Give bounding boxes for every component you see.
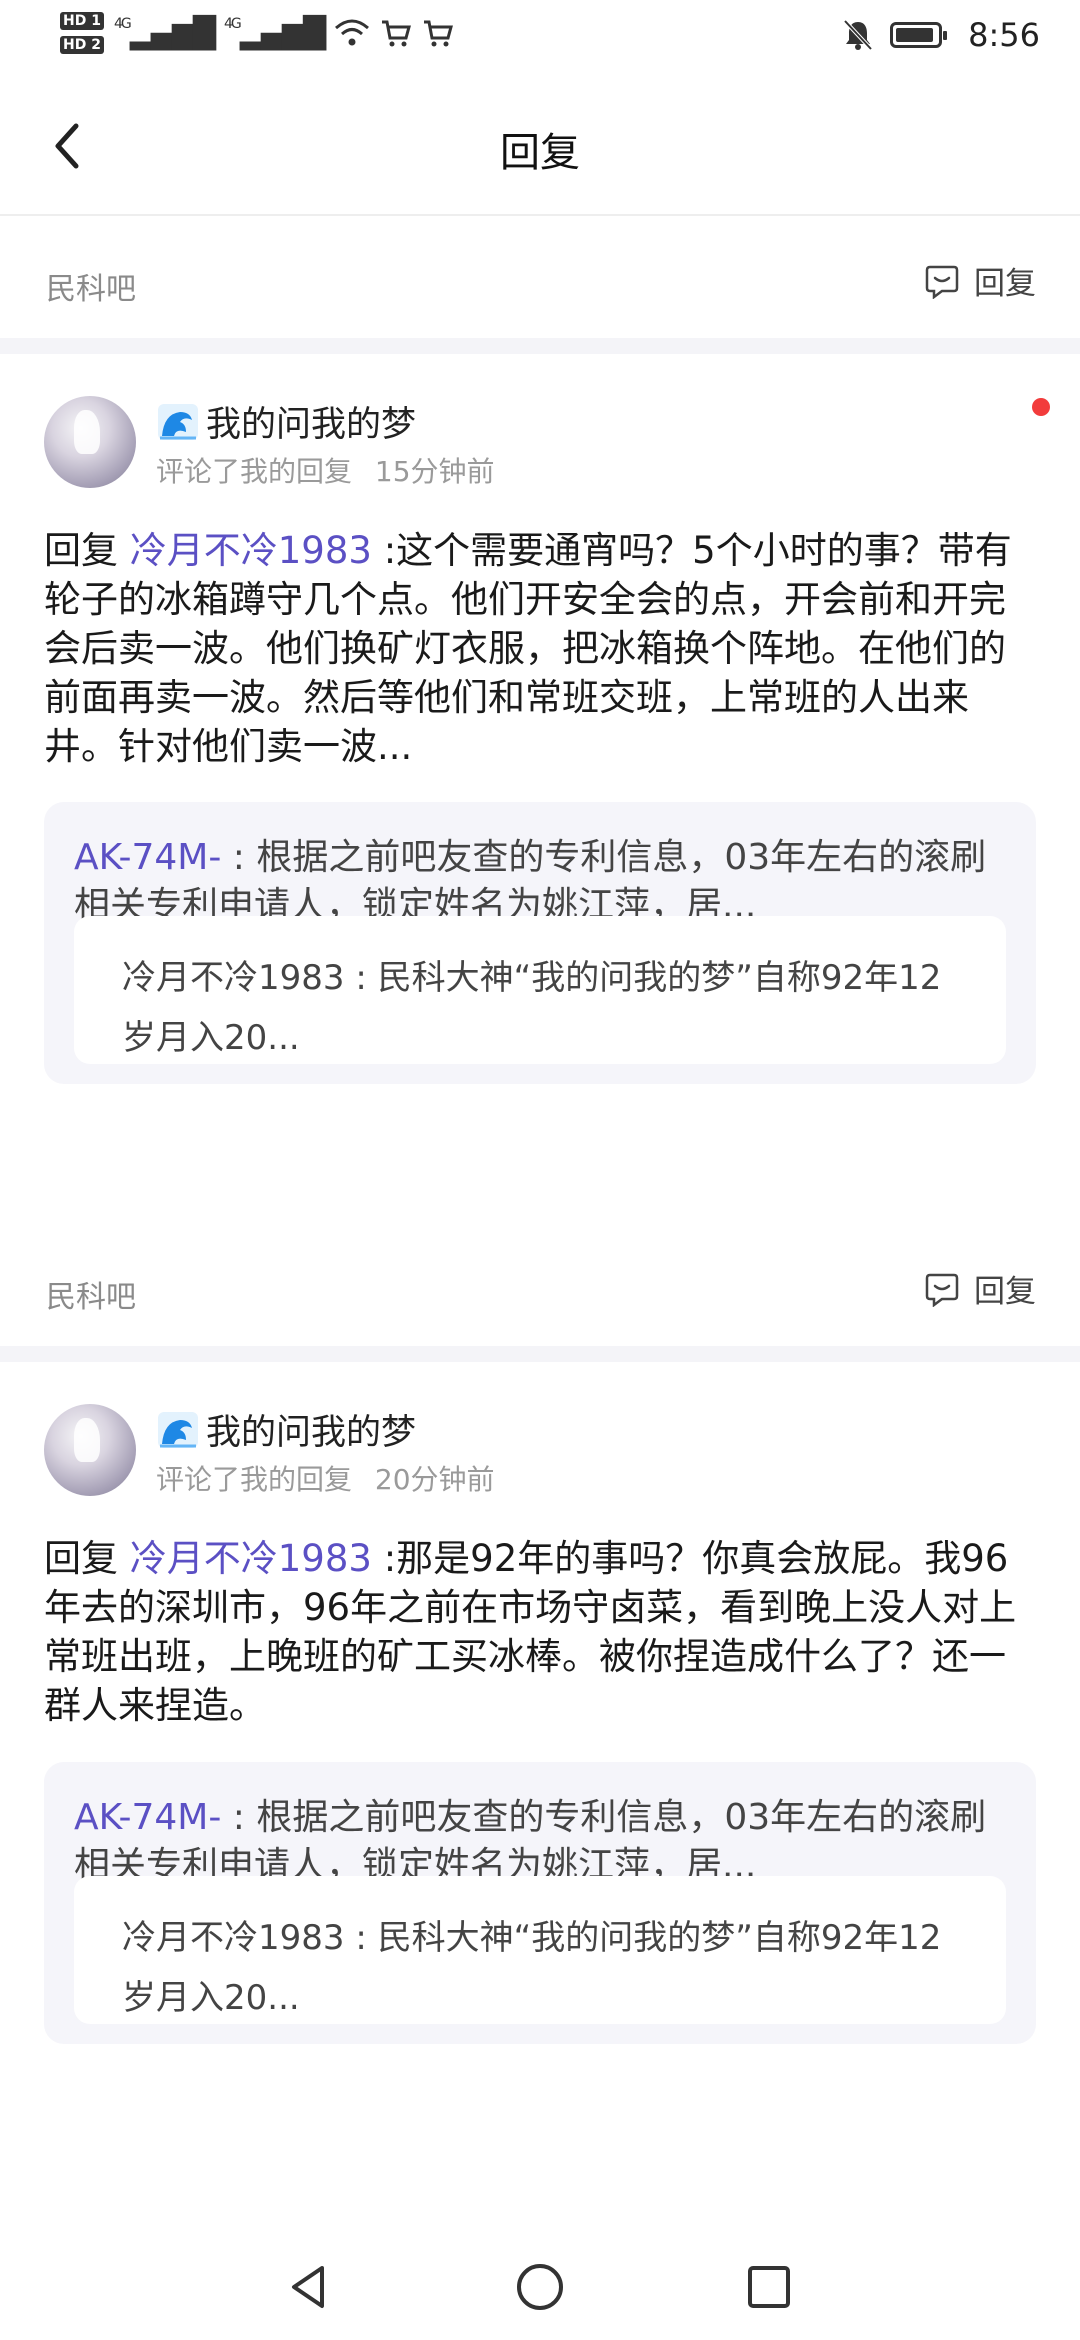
quote-author[interactable]: AK-74M- xyxy=(74,837,221,878)
forum-name[interactable]: 民科吧 xyxy=(46,1272,136,1316)
sim1-badge: HD 1 xyxy=(60,12,104,30)
reply-label: 回复 xyxy=(974,1274,1036,1310)
square-recents-icon[interactable] xyxy=(744,2262,794,2312)
wave-emoji-icon xyxy=(158,403,198,440)
notification-meta: 评论了我的回复 20分钟前 xyxy=(156,1458,495,1498)
user-name-row[interactable]: 我的问我的梦 xyxy=(156,396,416,447)
page-title: 回复 xyxy=(500,130,580,176)
unread-dot xyxy=(1032,398,1050,416)
reply-body[interactable]: 回复 冷月不冷1983 :这个需要通宵吗？5个小时的事？带有轮子的冰箱蹲守几个点… xyxy=(44,526,1034,771)
forum-name[interactable]: 民科吧 xyxy=(46,264,136,308)
meta-time: 20分钟前 xyxy=(374,1463,495,1496)
mention-link[interactable]: 冷月不冷1983 xyxy=(130,1537,372,1580)
quoted-comment[interactable]: AK-74M- : 根据之前吧友查的专利信息，03年左右的滚刷相关专利申请人，锁… xyxy=(44,802,1036,1084)
forum-row-top: 民科吧 回复 xyxy=(0,226,1080,336)
comment-icon xyxy=(925,1273,959,1307)
circle-home-icon[interactable] xyxy=(515,2262,565,2312)
reply-button[interactable]: 回复 xyxy=(924,1266,1036,1311)
meta-time: 15分钟前 xyxy=(374,455,495,488)
cart-icon xyxy=(382,20,412,47)
reply-prefix: 回复 xyxy=(44,1537,130,1580)
mention-link[interactable]: 冷月不冷1983 xyxy=(130,529,372,572)
status-time: 8:56 xyxy=(968,16,1040,54)
reply-body[interactable]: 回复 冷月不冷1983 :那是92年的事吗？你真会放屁。我96年去的深圳市，96… xyxy=(44,1534,1034,1730)
user-name: 我的问我的梦 xyxy=(206,1413,417,1453)
separator xyxy=(0,1346,1080,1362)
meta-action: 评论了我的回复 xyxy=(156,455,353,488)
quote-author[interactable]: AK-74M- xyxy=(74,1797,221,1838)
reply-prefix: 回复 xyxy=(44,529,130,572)
system-nav-bar xyxy=(0,2220,1080,2340)
battery-icon xyxy=(890,22,948,48)
avatar[interactable] xyxy=(44,396,136,488)
reply-label: 回复 xyxy=(974,266,1036,302)
separator xyxy=(0,338,1080,354)
notification-meta: 评论了我的回复 15分钟前 xyxy=(156,450,495,490)
header: 回复 xyxy=(0,80,1080,216)
inner-quote[interactable]: 冷月不冷1983 : 民科大神“我的问我的梦”自称92年12岁月入20... xyxy=(74,1876,1006,2024)
inner-quote-text: 冷月不冷1983 : 民科大神“我的问我的梦”自称92年12岁月入20... xyxy=(122,1918,942,2018)
forum-row: 民科吧 回复 xyxy=(0,1234,1080,1344)
comment-icon xyxy=(925,265,959,299)
cart-icon xyxy=(424,20,454,47)
triangle-back-icon[interactable] xyxy=(284,2262,334,2312)
user-name: 我的问我的梦 xyxy=(206,405,417,445)
notification-card[interactable]: 我的问我的梦 评论了我的回复 15分钟前 回复 冷月不冷1983 :这个需要通宵… xyxy=(0,354,1080,1344)
user-name-row[interactable]: 我的问我的梦 xyxy=(156,1404,416,1455)
inner-quote[interactable]: 冷月不冷1983 : 民科大神“我的问我的梦”自称92年12岁月入20... xyxy=(74,916,1006,1064)
avatar[interactable] xyxy=(44,1404,136,1496)
sim-indicators: HD 1 HD 2 xyxy=(60,12,104,54)
wifi-icon xyxy=(335,19,370,46)
quoted-comment[interactable]: AK-74M- : 根据之前吧友查的专利信息，03年左右的滚刷相关专利申请人，锁… xyxy=(44,1762,1036,2044)
reply-button[interactable]: 回复 xyxy=(924,258,1036,303)
signal1-icon: 4G▂▄▆█ xyxy=(113,15,216,51)
status-left: HD 1 HD 2 4G▂▄▆█ 4G▂▄▆█ xyxy=(60,12,454,54)
bell-off-icon xyxy=(843,19,873,51)
meta-action: 评论了我的回复 xyxy=(156,1463,353,1496)
inner-quote-text: 冷月不冷1983 : 民科大神“我的问我的梦”自称92年12岁月入20... xyxy=(122,958,942,1058)
signal2-icon: 4G▂▄▆█ xyxy=(224,15,326,51)
status-bar: HD 1 HD 2 4G▂▄▆█ 4G▂▄▆█ 8:56 xyxy=(0,0,1080,80)
sim2-badge: HD 2 xyxy=(60,36,104,54)
notification-card[interactable]: 我的问我的梦 评论了我的回复 20分钟前 回复 冷月不冷1983 :那是92年的… xyxy=(0,1362,1080,2192)
wave-emoji-icon xyxy=(158,1411,198,1448)
status-right: 8:56 xyxy=(842,16,1040,54)
